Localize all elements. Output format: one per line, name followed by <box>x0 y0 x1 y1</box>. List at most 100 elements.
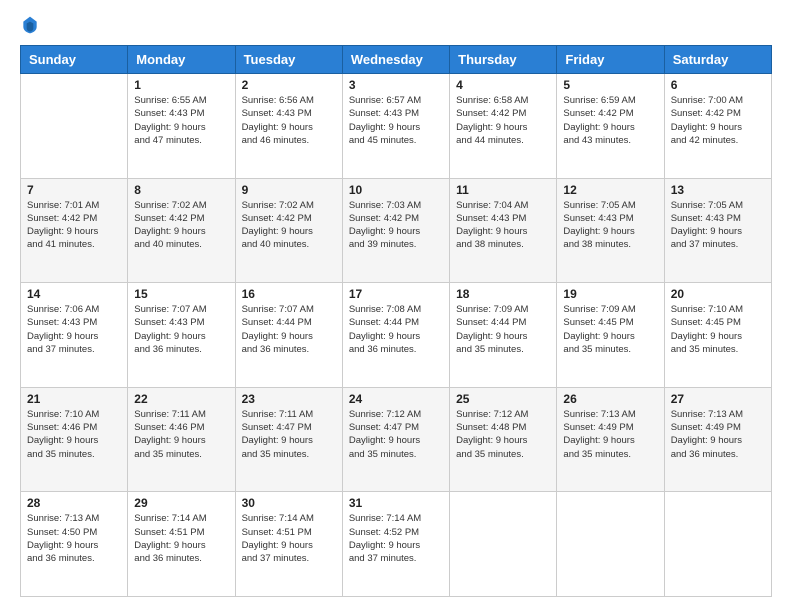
day-cell: 22 Sunrise: 7:11 AM Sunset: 4:46 PM Dayli… <box>128 387 235 492</box>
day-info: Sunrise: 7:12 AM Sunset: 4:48 PM Dayligh… <box>456 408 550 461</box>
day-info: Sunrise: 7:14 AM Sunset: 4:52 PM Dayligh… <box>349 512 443 565</box>
day-info: Sunrise: 7:07 AM Sunset: 4:43 PM Dayligh… <box>134 303 228 356</box>
week-row-3: 14Sunrise: 7:06 AM Sunset: 4:43 PM Dayli… <box>21 283 772 388</box>
day-number: 4 <box>456 78 550 92</box>
day-cell: 23Sunrise: 7:11 AM Sunset: 4:47 PM Dayli… <box>235 387 342 492</box>
day-cell: 13Sunrise: 7:05 AM Sunset: 4:43 PM Dayli… <box>664 178 771 283</box>
day-cell: 24Sunrise: 7:12 AM Sunset: 4:47 PM Dayli… <box>342 387 449 492</box>
weekday-header-wednesday: Wednesday <box>342 46 449 74</box>
day-info: Sunrise: 7:02 AM Sunset: 4:42 PM Dayligh… <box>242 199 336 252</box>
week-row-5: 28 Sunrise: 7:13 AM Sunset: 4:50 PM Dayli… <box>21 492 772 597</box>
day-number: 7 <box>27 183 121 197</box>
day-info: Sunrise: 7:13 AM Sunset: 4:49 PM Dayligh… <box>563 408 657 461</box>
day-number: 31 <box>349 496 443 510</box>
day-number: 18 <box>456 287 550 301</box>
day-info: Sunrise: 7:05 AM Sunset: 4:43 PM Dayligh… <box>563 199 657 252</box>
day-cell: 6 Sunrise: 7:00 AM Sunset: 4:42 PM Daylig… <box>664 74 771 179</box>
day-number: 6 <box>671 78 765 92</box>
day-cell: 2 Sunrise: 6:56 AM Sunset: 4:43 PM Daylig… <box>235 74 342 179</box>
day-cell: 20Sunrise: 7:10 AM Sunset: 4:45 PM Dayli… <box>664 283 771 388</box>
day-cell: 9 Sunrise: 7:02 AM Sunset: 4:42 PM Daylig… <box>235 178 342 283</box>
day-info: Sunrise: 6:59 AM Sunset: 4:42 PM Dayligh… <box>563 94 657 147</box>
day-number: 11 <box>456 183 550 197</box>
day-number: 3 <box>349 78 443 92</box>
day-number: 2 <box>242 78 336 92</box>
day-cell: 27 Sunrise: 7:13 AM Sunset: 4:49 PM Dayli… <box>664 387 771 492</box>
day-cell: 14Sunrise: 7:06 AM Sunset: 4:43 PM Dayli… <box>21 283 128 388</box>
day-info: Sunrise: 7:14 AM Sunset: 4:51 PM Dayligh… <box>134 512 228 565</box>
weekday-header-saturday: Saturday <box>664 46 771 74</box>
day-number: 5 <box>563 78 657 92</box>
day-info: Sunrise: 7:07 AM Sunset: 4:44 PM Dayligh… <box>242 303 336 356</box>
day-number: 22 <box>134 392 228 406</box>
day-info: Sunrise: 7:09 AM Sunset: 4:44 PM Dayligh… <box>456 303 550 356</box>
week-row-2: 7 Sunrise: 7:01 AM Sunset: 4:42 PM Daylig… <box>21 178 772 283</box>
day-info: Sunrise: 6:58 AM Sunset: 4:42 PM Dayligh… <box>456 94 550 147</box>
calendar: SundayMondayTuesdayWednesdayThursdayFrid… <box>20 45 772 597</box>
day-number: 28 <box>27 496 121 510</box>
day-number: 16 <box>242 287 336 301</box>
day-cell: 1 Sunrise: 6:55 AM Sunset: 4:43 PM Daylig… <box>128 74 235 179</box>
day-number: 25 <box>456 392 550 406</box>
day-info: Sunrise: 7:11 AM Sunset: 4:47 PM Dayligh… <box>242 408 336 461</box>
day-info: Sunrise: 7:02 AM Sunset: 4:42 PM Dayligh… <box>134 199 228 252</box>
day-info: Sunrise: 7:00 AM Sunset: 4:42 PM Dayligh… <box>671 94 765 147</box>
day-cell: 19Sunrise: 7:09 AM Sunset: 4:45 PM Dayli… <box>557 283 664 388</box>
week-row-1: 1 Sunrise: 6:55 AM Sunset: 4:43 PM Daylig… <box>21 74 772 179</box>
day-cell: 28 Sunrise: 7:13 AM Sunset: 4:50 PM Dayli… <box>21 492 128 597</box>
day-cell: 7 Sunrise: 7:01 AM Sunset: 4:42 PM Daylig… <box>21 178 128 283</box>
weekday-header-thursday: Thursday <box>450 46 557 74</box>
day-number: 15 <box>134 287 228 301</box>
day-cell: 30 Sunrise: 7:14 AM Sunset: 4:51 PM Dayli… <box>235 492 342 597</box>
day-cell <box>21 74 128 179</box>
week-row-4: 21 Sunrise: 7:10 AM Sunset: 4:46 PM Dayli… <box>21 387 772 492</box>
day-cell: 21 Sunrise: 7:10 AM Sunset: 4:46 PM Dayli… <box>21 387 128 492</box>
day-number: 1 <box>134 78 228 92</box>
header <box>20 15 772 35</box>
day-cell <box>450 492 557 597</box>
day-cell: 5 Sunrise: 6:59 AM Sunset: 4:42 PM Daylig… <box>557 74 664 179</box>
day-info: Sunrise: 7:01 AM Sunset: 4:42 PM Dayligh… <box>27 199 121 252</box>
day-cell: 10 Sunrise: 7:03 AM Sunset: 4:42 PM Dayli… <box>342 178 449 283</box>
day-number: 9 <box>242 183 336 197</box>
day-info: Sunrise: 7:04 AM Sunset: 4:43 PM Dayligh… <box>456 199 550 252</box>
day-cell: 11 Sunrise: 7:04 AM Sunset: 4:43 PM Dayli… <box>450 178 557 283</box>
day-info: Sunrise: 7:11 AM Sunset: 4:46 PM Dayligh… <box>134 408 228 461</box>
day-info: Sunrise: 6:57 AM Sunset: 4:43 PM Dayligh… <box>349 94 443 147</box>
day-cell: 18 Sunrise: 7:09 AM Sunset: 4:44 PM Dayli… <box>450 283 557 388</box>
day-info: Sunrise: 6:56 AM Sunset: 4:43 PM Dayligh… <box>242 94 336 147</box>
day-number: 27 <box>671 392 765 406</box>
logo <box>20 15 43 35</box>
day-number: 10 <box>349 183 443 197</box>
logo-icon <box>20 15 40 35</box>
day-info: Sunrise: 7:08 AM Sunset: 4:44 PM Dayligh… <box>349 303 443 356</box>
day-cell <box>557 492 664 597</box>
day-info: Sunrise: 7:13 AM Sunset: 4:49 PM Dayligh… <box>671 408 765 461</box>
weekday-header-row: SundayMondayTuesdayWednesdayThursdayFrid… <box>21 46 772 74</box>
day-cell: 3 Sunrise: 6:57 AM Sunset: 4:43 PM Daylig… <box>342 74 449 179</box>
day-number: 30 <box>242 496 336 510</box>
day-info: Sunrise: 7:06 AM Sunset: 4:43 PM Dayligh… <box>27 303 121 356</box>
day-info: Sunrise: 7:13 AM Sunset: 4:50 PM Dayligh… <box>27 512 121 565</box>
day-info: Sunrise: 7:10 AM Sunset: 4:46 PM Dayligh… <box>27 408 121 461</box>
day-info: Sunrise: 6:55 AM Sunset: 4:43 PM Dayligh… <box>134 94 228 147</box>
day-number: 26 <box>563 392 657 406</box>
day-number: 20 <box>671 287 765 301</box>
day-info: Sunrise: 7:14 AM Sunset: 4:51 PM Dayligh… <box>242 512 336 565</box>
day-number: 21 <box>27 392 121 406</box>
day-cell: 25 Sunrise: 7:12 AM Sunset: 4:48 PM Dayli… <box>450 387 557 492</box>
day-info: Sunrise: 7:09 AM Sunset: 4:45 PM Dayligh… <box>563 303 657 356</box>
weekday-header-tuesday: Tuesday <box>235 46 342 74</box>
day-number: 13 <box>671 183 765 197</box>
day-cell: 31 Sunrise: 7:14 AM Sunset: 4:52 PM Dayli… <box>342 492 449 597</box>
weekday-header-monday: Monday <box>128 46 235 74</box>
day-cell: 26 Sunrise: 7:13 AM Sunset: 4:49 PM Dayli… <box>557 387 664 492</box>
day-info: Sunrise: 7:03 AM Sunset: 4:42 PM Dayligh… <box>349 199 443 252</box>
day-cell: 8Sunrise: 7:02 AM Sunset: 4:42 PM Daylig… <box>128 178 235 283</box>
weekday-header-sunday: Sunday <box>21 46 128 74</box>
day-cell: 4 Sunrise: 6:58 AM Sunset: 4:42 PM Daylig… <box>450 74 557 179</box>
day-cell: 29Sunrise: 7:14 AM Sunset: 4:51 PM Dayli… <box>128 492 235 597</box>
day-cell: 12Sunrise: 7:05 AM Sunset: 4:43 PM Dayli… <box>557 178 664 283</box>
weekday-header-friday: Friday <box>557 46 664 74</box>
day-cell: 17Sunrise: 7:08 AM Sunset: 4:44 PM Dayli… <box>342 283 449 388</box>
